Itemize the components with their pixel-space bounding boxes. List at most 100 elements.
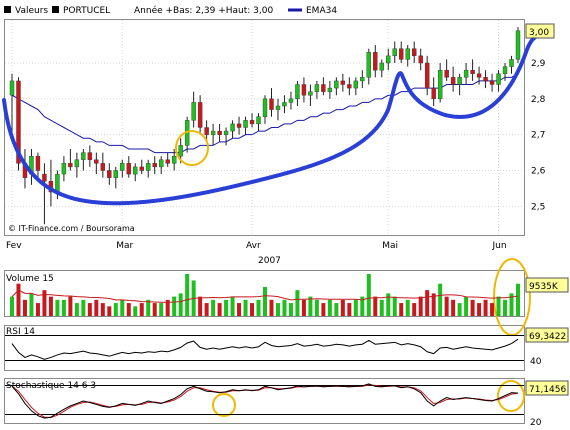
candle-body — [61, 163, 67, 175]
candle-body — [249, 120, 255, 125]
volume-bar — [457, 303, 462, 316]
volume-bar — [16, 283, 21, 316]
header-valeurs-label: Valeurs — [15, 6, 48, 16]
volume-bar — [74, 303, 79, 316]
credit-text: © IT-Finance.com / Boursorama — [8, 224, 135, 233]
volume-bar — [366, 274, 371, 316]
price-y-tick-label: 2,5 — [531, 202, 545, 212]
candle-body — [81, 152, 86, 160]
candle-body — [366, 52, 371, 78]
candle-body — [334, 80, 339, 89]
candle-body — [282, 102, 287, 107]
volume-bar — [126, 303, 131, 316]
volume-bar — [295, 290, 300, 316]
candle-body — [301, 84, 307, 96]
candle-body — [412, 48, 417, 57]
volume-bar — [61, 299, 66, 316]
candle-body — [256, 116, 261, 125]
volume-bar — [159, 303, 164, 316]
volume-bar — [392, 296, 397, 316]
volume-bar — [224, 299, 229, 316]
candle-body — [159, 159, 164, 168]
stock-chart: Valeurs PORTUCEL Année +Bas: 2,39 +Haut:… — [2, 5, 569, 428]
candle-body — [470, 69, 475, 74]
candle-body — [496, 73, 501, 85]
month-label: Mar — [116, 241, 133, 251]
candle-body — [107, 170, 112, 178]
month-label: Fev — [6, 241, 22, 251]
instrument-marker-icon — [52, 6, 59, 13]
volume-bar — [314, 299, 319, 316]
stoch-title: Stochastique 14 6 3 — [6, 381, 96, 391]
candle-body — [74, 159, 80, 168]
candle-body — [373, 52, 378, 71]
volume-bar — [113, 303, 118, 316]
volume-bar — [269, 299, 274, 316]
candle-body — [197, 102, 203, 128]
volume-bar — [22, 299, 27, 316]
candle-body — [431, 87, 436, 100]
volume-bar — [321, 303, 326, 316]
candle-body — [437, 69, 443, 100]
candle-body — [314, 84, 320, 92]
candle-body — [178, 145, 183, 157]
volume-bar — [444, 296, 449, 316]
volume-bar — [204, 303, 209, 316]
volume-bar — [217, 303, 222, 316]
volume-bar — [178, 293, 183, 316]
price-y-axis: 2,5 2,6 2,7 2,8 2,9 — [531, 59, 546, 212]
volume-bar — [412, 303, 417, 316]
price-panel — [4, 19, 525, 236]
candle-body — [133, 166, 138, 175]
volume-bar — [100, 303, 105, 316]
volume-bar — [464, 296, 469, 316]
candle-body — [444, 69, 449, 78]
candle-body — [94, 159, 99, 164]
volume-bar — [230, 296, 235, 316]
volume-bar — [81, 299, 86, 316]
volume-bar — [353, 299, 358, 316]
volume-last-value: 9535K — [529, 282, 559, 292]
candle-body — [308, 91, 313, 96]
candle-body — [165, 159, 170, 164]
stoch-tick-label: 20 — [530, 418, 542, 428]
candle-body — [295, 84, 300, 100]
candle-body — [515, 30, 521, 60]
volume-bar — [470, 299, 475, 316]
candle-body — [126, 163, 131, 175]
volume-bar — [10, 296, 14, 316]
candle-body — [457, 77, 462, 85]
volume-bar — [256, 299, 261, 316]
month-label: Jun — [492, 241, 507, 251]
candle-body — [55, 173, 60, 193]
candle-body — [386, 55, 391, 64]
candle-body — [230, 123, 235, 132]
candle-body — [327, 87, 333, 92]
candle-body — [236, 123, 242, 128]
candle-body — [483, 77, 488, 82]
rsi-last-value: 69,3422 — [529, 332, 566, 342]
candle-body — [68, 163, 73, 168]
volume-bar — [477, 303, 482, 316]
price-y-tick-label: 2,9 — [531, 59, 546, 69]
candle-body — [321, 84, 326, 92]
volume-bar — [516, 283, 520, 316]
volume-bar — [373, 296, 378, 316]
volume-bar — [503, 299, 508, 316]
volume-title: Volume 15 — [6, 274, 54, 284]
rsi-title: RSI 14 — [6, 327, 35, 337]
rsi-panel — [4, 325, 525, 371]
volume-bar — [243, 299, 248, 316]
candle-body — [509, 59, 514, 67]
volume-bar — [139, 303, 144, 316]
volume-bar — [340, 299, 345, 316]
volume-bar — [237, 303, 242, 316]
x-axis: Fev Mar Avr Mai Jun — [6, 241, 507, 251]
candle-body — [9, 80, 15, 96]
candle-body — [463, 69, 469, 78]
candle-body — [340, 80, 346, 85]
candle-body — [100, 163, 106, 171]
price-y-tick-label: 2,6 — [531, 167, 546, 177]
candle-body — [489, 80, 495, 85]
candle-body — [360, 77, 365, 82]
